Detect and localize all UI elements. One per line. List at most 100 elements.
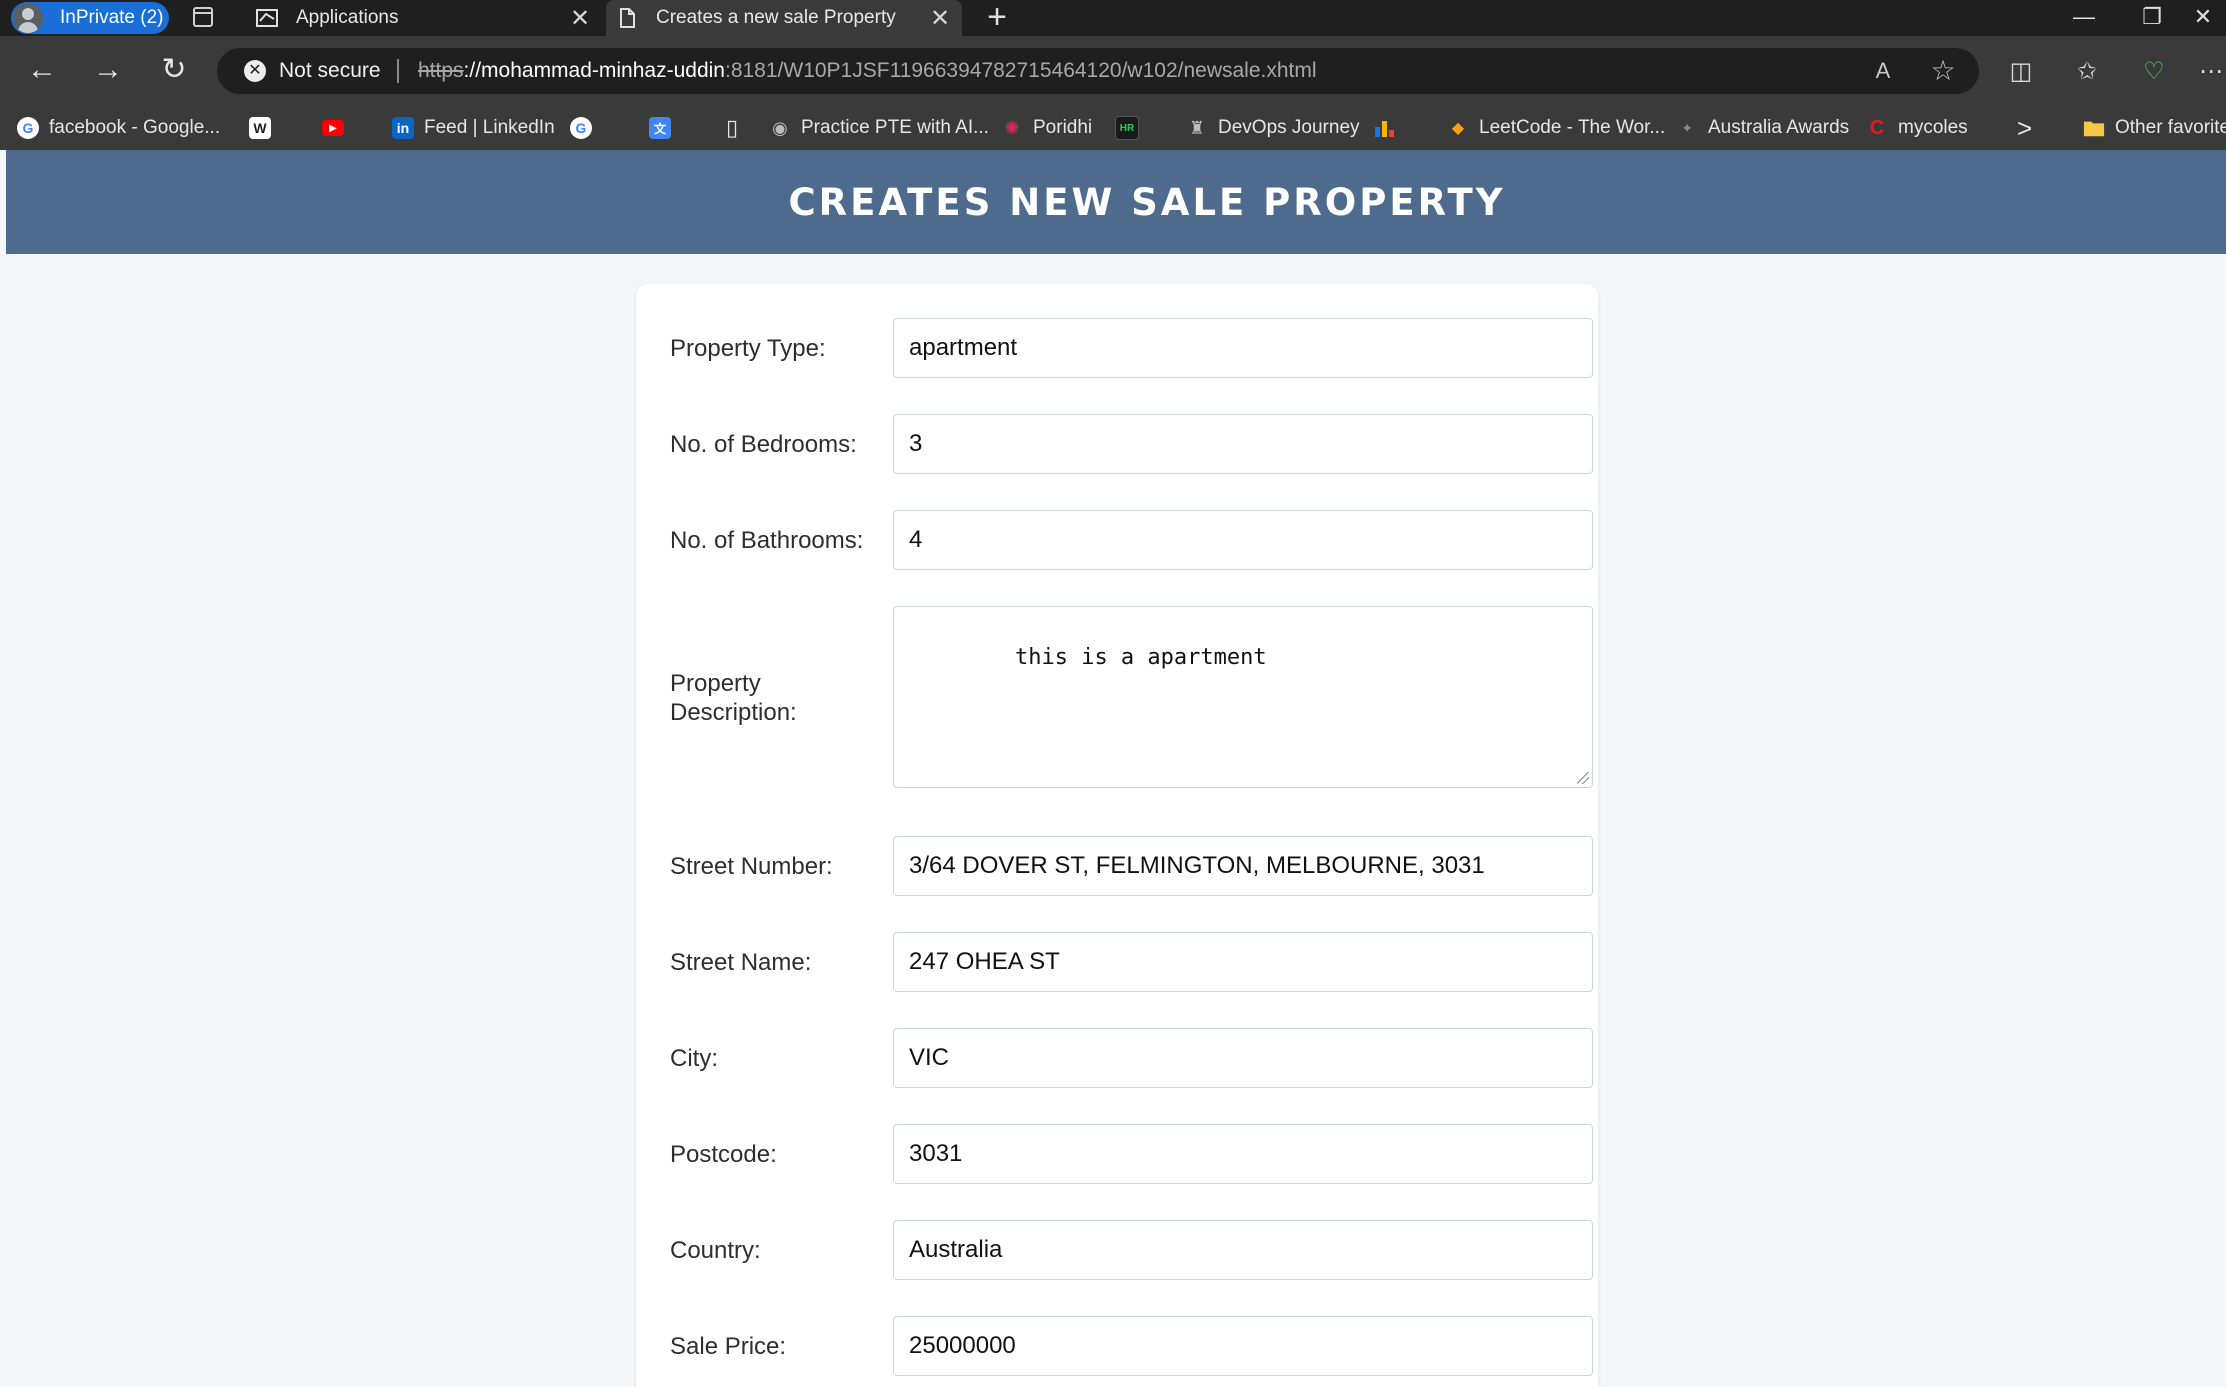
back-button[interactable]: ← <box>22 50 62 90</box>
page-favicon-icon <box>616 7 638 29</box>
bookmark-practice-pte[interactable]: ◉ Practice PTE with AI... <box>769 106 989 150</box>
australia-awards-icon: ✦ <box>1681 119 1693 136</box>
bookmark-label: mycoles <box>1898 117 1968 138</box>
page-header: CREATES NEW SALE PROPERTY <box>6 150 2226 254</box>
tab-close-icon[interactable]: ✕ <box>570 4 590 33</box>
pte-icon: ◉ <box>772 117 788 138</box>
bathrooms-input[interactable]: 4 <box>893 510 1593 570</box>
translate-icon: 文 <box>649 117 671 139</box>
city-input[interactable]: VIC <box>893 1028 1593 1088</box>
wikipedia-icon: W <box>249 117 271 139</box>
bookmark-label: Other favorite <box>2115 117 2226 138</box>
more-options-icon[interactable]: ⋯ <box>2196 52 2226 92</box>
google-icon: G <box>570 117 592 139</box>
street-number-label: Street Number: <box>670 853 833 880</box>
description-text: this is a apartment <box>1014 645 1267 670</box>
url-text[interactable]: https://mohammad-minhaz-uddin:8181/W10P1… <box>418 59 1317 83</box>
split-screen-icon[interactable]: ◫ <box>2001 52 2041 92</box>
profile-avatar <box>13 3 43 33</box>
bookmark-devops-journey[interactable]: ♜ DevOps Journey <box>1186 106 1360 150</box>
forward-button[interactable]: → <box>88 50 128 90</box>
security-status[interactable]: Not secure <box>279 59 381 83</box>
bookmark-poridhi[interactable]: ✺ Poridhi <box>1001 106 1092 150</box>
new-tab-button[interactable]: + <box>982 0 1012 36</box>
url-divider <box>397 59 399 83</box>
bookmark-leetcode[interactable]: ◆ LeetCode - The Wor... <box>1447 106 1665 150</box>
google-icon: G <box>17 117 39 139</box>
bookmark-label: Feed | LinkedIn <box>424 117 555 138</box>
bookmark-label: LeetCode - The Wor... <box>1479 117 1666 138</box>
bookmark-youtube[interactable]: ▶ <box>322 106 344 150</box>
page-title: CREATES NEW SALE PROPERTY <box>788 181 1506 224</box>
bookmark-label: Poridhi <box>1033 117 1093 138</box>
bookmark-mycoles[interactable]: C mycoles <box>1866 106 1968 150</box>
bookmark-wikipedia[interactable]: W <box>249 106 271 150</box>
city-label: City: <box>670 1045 718 1072</box>
bathrooms-label: No. of Bathrooms: <box>670 527 864 554</box>
inprivate-profile-button[interactable]: InPrivate (2) <box>11 2 169 34</box>
restore-button[interactable]: ❐ <box>2122 0 2182 36</box>
postcode-label: Postcode: <box>670 1141 777 1168</box>
page-viewport: CREATES NEW SALE PROPERTY Property Type:… <box>6 150 2226 1387</box>
property-type-input[interactable]: apartment <box>893 318 1593 378</box>
bedrooms-label: No. of Bedrooms: <box>670 431 857 458</box>
hackerrank-icon: HR <box>1115 116 1139 140</box>
street-number-input[interactable]: 3/64 DOVER ST, FELMINGTON, MELBOURNE, 30… <box>893 836 1593 896</box>
tab-applications[interactable]: Applications ✕ <box>246 0 602 36</box>
analytics-icon <box>1373 117 1395 139</box>
bookmark-label: Practice PTE with AI... <box>801 117 989 138</box>
document-icon: ▯ <box>725 115 739 140</box>
sale-price-input[interactable]: 25000000 <box>893 1316 1593 1376</box>
tab-title: Creates a new sale Property <box>656 7 896 28</box>
country-label: Country: <box>670 1237 761 1264</box>
tab-actions-icon[interactable] <box>193 7 213 27</box>
bedrooms-input[interactable]: 3 <box>893 414 1593 474</box>
street-name-label: Street Name: <box>670 949 812 976</box>
bookmark-facebook-google[interactable]: G facebook - Google... <box>17 106 220 150</box>
property-type-label: Property Type: <box>670 335 826 362</box>
url-scheme: https <box>418 59 464 82</box>
bookmarks-overflow-chevron-icon[interactable]: > <box>2017 106 2032 150</box>
minimize-button[interactable]: — <box>2054 0 2114 36</box>
bookmark-label: DevOps Journey <box>1218 117 1360 138</box>
description-textarea[interactable]: this is a apartment <box>893 606 1593 788</box>
tab-close-icon[interactable]: ✕ <box>930 4 950 33</box>
devops-icon: ♜ <box>1188 117 1206 138</box>
address-bar[interactable]: ✕ Not secure https://mohammad-minhaz-udd… <box>217 48 1979 94</box>
bookmark-australia-awards[interactable]: ✦ Australia Awards <box>1676 106 1849 150</box>
textarea-resize-handle[interactable] <box>1577 772 1589 784</box>
poridhi-icon: ✺ <box>1004 117 1020 138</box>
close-window-button[interactable]: ✕ <box>2180 0 2226 36</box>
sale-price-label: Sale Price: <box>670 1333 787 1360</box>
tab-creates-new-sale-property[interactable]: Creates a new sale Property ✕ <box>606 0 962 36</box>
postcode-input[interactable]: 3031 <box>893 1124 1593 1184</box>
new-sale-form: Property Type: apartment No. of Bedrooms… <box>636 284 1598 1387</box>
bookmark-linkedin[interactable]: in Feed | LinkedIn <box>392 106 555 150</box>
linkedin-icon: in <box>392 117 414 139</box>
leetcode-icon: ◆ <box>1451 120 1465 137</box>
favorites-icon[interactable]: ✩ <box>2067 52 2107 92</box>
street-name-input[interactable]: 247 OHEA ST <box>893 932 1593 992</box>
profile-label: InPrivate (2) <box>60 7 164 28</box>
favorite-star-icon[interactable]: ☆ <box>1928 56 1958 86</box>
url-host: ://mohammad-minhaz-uddin <box>463 59 725 82</box>
other-favorites-folder[interactable]: Other favorite <box>2083 106 2226 150</box>
bookmark-google[interactable]: G <box>570 106 592 150</box>
reload-button[interactable]: ↻ <box>154 50 194 90</box>
url-path: :8181/W10P1JSF11966394782715464120/w102/… <box>724 59 1317 82</box>
browser-essentials-icon[interactable]: ♡ <box>2134 52 2174 92</box>
bookmark-hackerrank[interactable]: HR <box>1115 106 1139 150</box>
coles-icon: C <box>1869 116 1885 139</box>
not-secure-icon[interactable]: ✕ <box>244 60 266 82</box>
youtube-icon: ▶ <box>322 120 344 136</box>
country-input[interactable]: Australia <box>893 1220 1593 1280</box>
tab-title: Applications <box>296 7 399 28</box>
read-aloud-icon[interactable]: A <box>1868 56 1898 86</box>
applications-favicon-icon <box>256 7 278 29</box>
bookmark-google-translate[interactable]: 文 <box>649 106 671 150</box>
browser-titlebar: InPrivate (2) Applications ✕ Creates a n… <box>0 0 2226 36</box>
bookmark-label: facebook - Google... <box>49 117 221 138</box>
bookmark-analytics[interactable] <box>1373 106 1395 150</box>
folder-icon <box>2083 117 2105 139</box>
bookmark-document[interactable]: ▯ <box>721 106 743 150</box>
